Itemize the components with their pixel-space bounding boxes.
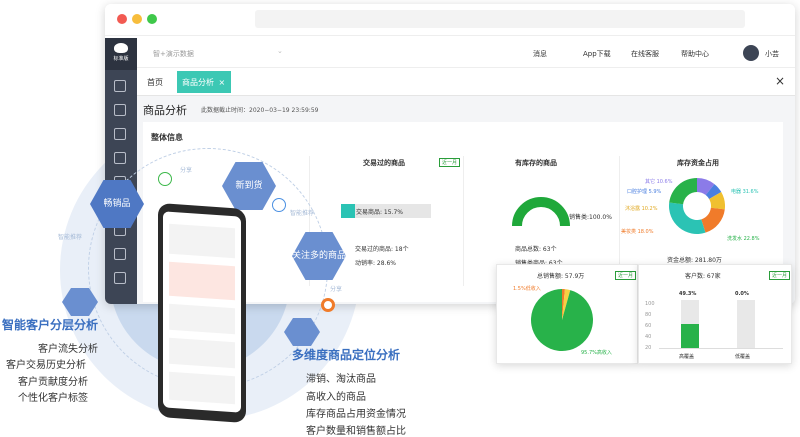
customer-bar-name-1: 低覆盖 xyxy=(735,354,751,360)
customer-bar-name-0: 高覆盖 xyxy=(679,354,695,360)
capital-title: 库存资金占用 xyxy=(677,159,719,167)
turnover-rate: 动销率: 28.6% xyxy=(355,260,396,267)
phone-screen xyxy=(163,211,241,413)
sales-card-badge[interactable]: 近一月 xyxy=(615,271,637,280)
store-select[interactable]: 智+演示数据 xyxy=(153,49,194,59)
capital-label-5: 洗发水 22.8% xyxy=(727,236,760,242)
wechat-icon xyxy=(158,172,172,186)
traded-badge[interactable]: 近一月 xyxy=(439,158,461,167)
stock-title: 有库存的商品 xyxy=(515,159,557,167)
traded-rate-bar: 交易商品: 15.7% xyxy=(341,204,431,218)
right-item-2: 库存商品占用资金情况 xyxy=(306,409,406,420)
bag-icon[interactable] xyxy=(114,152,126,164)
tab-product-analysis[interactable]: 商品分析 × xyxy=(177,71,231,93)
section-title: 整体信息 xyxy=(151,133,183,142)
app-download-link[interactable]: App下载 xyxy=(583,49,611,59)
sales-high-label: 95.7%高收入 xyxy=(581,350,612,356)
phone-mockup xyxy=(158,202,246,424)
cutoff-time: 此数据截止时间：2020−03−19 23:59:59 xyxy=(201,107,319,114)
minimize-dot[interactable] xyxy=(132,14,142,24)
sales-low-label: 1.5%低收入 xyxy=(513,286,541,292)
message-link[interactable]: 消息 xyxy=(533,49,547,59)
right-item-1: 高收入的商品 xyxy=(306,392,366,403)
slice-5 xyxy=(669,178,697,205)
customer-ytick-1: 80 xyxy=(645,312,652,318)
customer-bar-label-1: 0.0% xyxy=(735,291,749,297)
stock-gauge-label: 销售类:100.0% xyxy=(569,214,612,221)
customer-ytick-4: 20 xyxy=(645,345,652,351)
help-center-link[interactable]: 帮助中心 xyxy=(681,49,709,59)
traded-title: 交易过的商品 xyxy=(363,159,405,167)
left-item-3: 个性化客户标签 xyxy=(18,393,88,404)
left-item-1: 客户交易历史分析 xyxy=(6,360,86,371)
customer-card-badge[interactable]: 近一月 xyxy=(769,271,791,280)
customer-bar-bg-0 xyxy=(681,300,699,348)
close-icon[interactable]: × xyxy=(775,74,785,88)
right-item-0: 滞销、淘汰商品 xyxy=(306,374,376,385)
orbit-rec-2: 智能推荐 xyxy=(290,210,315,217)
customer-y-axis: 100 80 60 40 20 xyxy=(645,301,657,351)
stock-gauge xyxy=(512,197,570,227)
customer-card: 客户数: 67家 近一月 100 80 60 40 20 49.3% 高覆盖 0.0% 低覆盖 xyxy=(638,264,792,364)
tab-bar: 首页 商品分析 × × xyxy=(137,68,795,96)
right-heading: 多维度商品定位分析 xyxy=(292,348,401,362)
slice-3 xyxy=(701,207,725,233)
capital-donut xyxy=(669,178,725,234)
orbit-rec-1: 智能推荐 xyxy=(58,234,83,241)
customer-bar-bg-1 xyxy=(737,300,755,348)
logo: 标准版 xyxy=(105,38,137,70)
avatar[interactable] xyxy=(743,45,759,61)
page-title: 商品分析 xyxy=(143,104,187,117)
sales-card-title: 总销售额: 57.9万 xyxy=(537,273,585,280)
sales-pie xyxy=(531,289,593,351)
tab-home[interactable]: 首页 xyxy=(147,77,163,88)
traded-bar-label: 交易商品: 15.7% xyxy=(356,209,403,216)
left-item-2: 客户贡献度分析 xyxy=(18,377,88,388)
username[interactable]: 小芸 xyxy=(765,49,779,59)
close-dot[interactable] xyxy=(117,14,127,24)
logo-text: 标准版 xyxy=(113,56,129,62)
capital-label-0: 其它 10.6% xyxy=(645,179,673,185)
chevron-down-icon[interactable]: ⌄ xyxy=(277,47,283,55)
customer-ytick-0: 100 xyxy=(645,301,655,307)
slice-2 xyxy=(531,289,593,351)
customer-bar-label-0: 49.3% xyxy=(679,291,697,297)
capital-total: 资金总额: 281.80万 xyxy=(667,257,722,264)
capital-label-4: 电器 31.6% xyxy=(731,189,759,195)
capital-label-1: 口腔护理 5.9% xyxy=(627,189,662,195)
tab-label: 商品分析 xyxy=(182,78,214,87)
customer-plot: 49.3% 高覆盖 0.0% 低覆盖 xyxy=(659,291,783,360)
right-item-3: 客户数量和销售额占比 xyxy=(306,426,406,437)
orbit-share-1: 分享 xyxy=(180,167,193,174)
sales-card: 总销售额: 57.9万 近一月 1.5%低收入 95.7%高收入 xyxy=(496,264,638,364)
orbit-share-2: 分享 xyxy=(330,286,343,293)
pin-icon xyxy=(272,198,286,212)
maximize-dot[interactable] xyxy=(147,14,157,24)
online-service-link[interactable]: 在线客服 xyxy=(631,49,659,59)
owl-icon xyxy=(114,43,128,53)
left-heading: 智能客户分层分析 xyxy=(2,318,99,332)
left-item-0: 客户流失分析 xyxy=(38,344,98,355)
capital-label-3: 美妆类 18.0% xyxy=(621,229,654,235)
traded-count: 交易过的商品: 18个 xyxy=(355,246,409,253)
shop-icon[interactable] xyxy=(114,128,126,140)
customer-card-title: 客户数: 67家 xyxy=(685,273,721,280)
target-icon xyxy=(321,298,335,312)
window-titlebar xyxy=(105,4,795,36)
slice-4 xyxy=(669,202,706,234)
capital-label-2: 沐浴露 10.2% xyxy=(625,206,658,212)
customer-ytick-2: 60 xyxy=(645,323,652,329)
gift-icon[interactable] xyxy=(114,104,126,116)
customer-bar-0 xyxy=(681,324,699,348)
customer-ytick-3: 40 xyxy=(645,334,652,340)
address-bar[interactable] xyxy=(255,10,745,28)
top-bar: 智+演示数据 ⌄ 消息 App下载 在线客服 帮助中心 小芸 xyxy=(137,38,795,68)
traded-rate-fill xyxy=(341,204,356,218)
home-icon[interactable] xyxy=(114,80,126,92)
tab-close-icon[interactable]: × xyxy=(219,78,226,87)
stock-total: 商品总数: 63个 xyxy=(515,246,557,253)
